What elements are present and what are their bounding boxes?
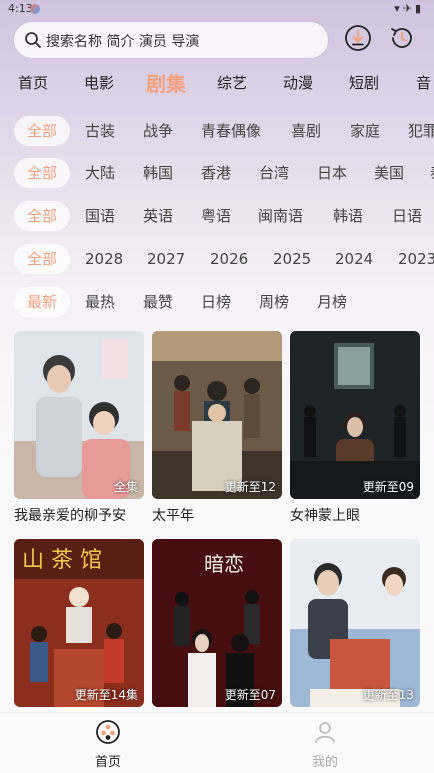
svg-text:暗恋: 暗恋 [204, 552, 244, 576]
poster-image: 全集 [14, 331, 144, 499]
poster-image: 更新至12 [152, 331, 282, 499]
episode-badge: 更新至07 [224, 688, 276, 702]
poster-image: 暗恋 更新至07 [152, 539, 282, 707]
poster-image: 山 茶 馆 更新至14集 [14, 539, 144, 707]
filter-chip[interactable]: 韩语 [333, 201, 363, 231]
episode-badge: 更新至14集 [74, 688, 138, 702]
filter-row-year: 全部 2028 2027 2026 2025 2024 2023 [0, 244, 434, 276]
filter-chip[interactable]: 2026 [210, 244, 248, 274]
category-nav: 首页 电影 剧集 综艺 动漫 短剧 音 [0, 68, 434, 98]
bottom-nav-mine-label: 我的 [311, 755, 338, 770]
filter-chip[interactable]: 英语 [143, 201, 173, 231]
filter-chip[interactable]: 日榜 [201, 287, 231, 317]
poster-image: 更新至13 [290, 539, 420, 707]
search-icon [25, 32, 41, 48]
filter-chip-selected[interactable]: 全部 [14, 116, 70, 146]
filter-chip-selected[interactable]: 全部 [14, 158, 70, 188]
filter-chip[interactable]: 喜剧 [291, 116, 321, 146]
history-icon[interactable] [388, 24, 416, 52]
tab-variety[interactable]: 综艺 [217, 72, 247, 93]
filter-row-type: 全部 古装 战争 青春偶像 喜剧 家庭 犯罪 [0, 116, 434, 148]
filter-row-region: 全部 大陆 韩国 香港 台湾 日本 美国 泰 [0, 158, 434, 190]
home-icon [96, 720, 120, 744]
tab-anime[interactable]: 动漫 [283, 72, 313, 93]
filter-chip[interactable]: 月榜 [317, 287, 347, 317]
filter-chip[interactable]: 古装 [85, 116, 115, 146]
filter-row-language: 全部 国语 英语 粤语 闽南语 韩语 日语 [0, 201, 434, 233]
episode-badge: 更新至09 [362, 480, 414, 494]
status-bar: 4:13 ▾✈▮ [0, 0, 434, 18]
tab-series[interactable]: 剧集 [146, 68, 186, 97]
filter-chip[interactable]: 青春偶像 [201, 116, 261, 146]
filter-chip[interactable]: 韩国 [143, 158, 173, 188]
bottom-nav-home-label: 首页 [94, 755, 121, 770]
tab-home[interactable]: 首页 [18, 72, 48, 93]
filter-chip-selected[interactable]: 全部 [14, 201, 70, 231]
filter-chip-selected[interactable]: 最新 [14, 287, 70, 317]
filter-chip[interactable]: 大陆 [85, 158, 115, 188]
system-icons: ▾✈▮ [394, 2, 424, 15]
filter-chip[interactable]: 香港 [201, 158, 231, 188]
filter-row-sort: 最新 最热 最赞 日榜 周榜 月榜 [0, 287, 434, 319]
filter-chip[interactable]: 家庭 [350, 116, 380, 146]
bottom-nav-bar: 首页 我的 [0, 712, 434, 773]
filter-chip[interactable]: 泰 [430, 158, 434, 188]
episode-badge: 更新至12 [224, 480, 276, 494]
filter-chip[interactable]: 2023 [398, 244, 434, 274]
filter-chip[interactable]: 犯罪 [408, 116, 434, 146]
filter-chip[interactable]: 美国 [374, 158, 404, 188]
filter-chip[interactable]: 2025 [273, 244, 311, 274]
filter-chip[interactable]: 2024 [335, 244, 373, 274]
tab-music[interactable]: 音 [416, 72, 431, 93]
filter-chip[interactable]: 2028 [85, 244, 123, 274]
filter-chip[interactable]: 国语 [85, 201, 115, 231]
filter-chip-selected[interactable]: 全部 [14, 244, 70, 274]
filter-chip[interactable]: 2027 [147, 244, 185, 274]
bottom-nav-home[interactable]: 首页 [78, 719, 138, 770]
episode-badge: 全集 [113, 480, 138, 494]
tab-movies[interactable]: 电影 [84, 72, 114, 93]
search-placeholder: 搜索名称 简介 演员 导演 [46, 34, 200, 50]
series-title: 女神蒙上眼 [290, 508, 360, 524]
download-icon[interactable] [344, 24, 372, 52]
tab-short-drama[interactable]: 短剧 [349, 72, 379, 93]
filter-chip[interactable]: 日本 [317, 158, 347, 188]
search-bar[interactable]: 搜索名称 简介 演员 导演 [14, 22, 328, 58]
filter-chip[interactable]: 最赞 [143, 287, 173, 317]
filter-chip[interactable]: 战争 [143, 116, 173, 146]
bottom-nav-mine[interactable]: 我的 [295, 719, 355, 770]
poster-image: 更新至09 [290, 331, 420, 499]
app-notification-icon [30, 4, 40, 14]
filter-chip[interactable]: 台湾 [259, 158, 289, 188]
user-icon [315, 722, 335, 743]
filter-chip[interactable]: 粤语 [201, 201, 231, 231]
status-time: 4:13 [8, 2, 33, 15]
filter-chip[interactable]: 闽南语 [258, 201, 303, 231]
filter-chip[interactable]: 日语 [392, 201, 422, 231]
filter-chip[interactable]: 最热 [85, 287, 115, 317]
filter-chip[interactable]: 周榜 [259, 287, 289, 317]
series-title: 太平年 [152, 508, 194, 524]
svg-text:山 茶 馆: 山 茶 馆 [22, 548, 102, 573]
series-title: 我最亲爱的柳予安 [14, 508, 126, 524]
episode-badge: 更新至13 [362, 688, 414, 702]
